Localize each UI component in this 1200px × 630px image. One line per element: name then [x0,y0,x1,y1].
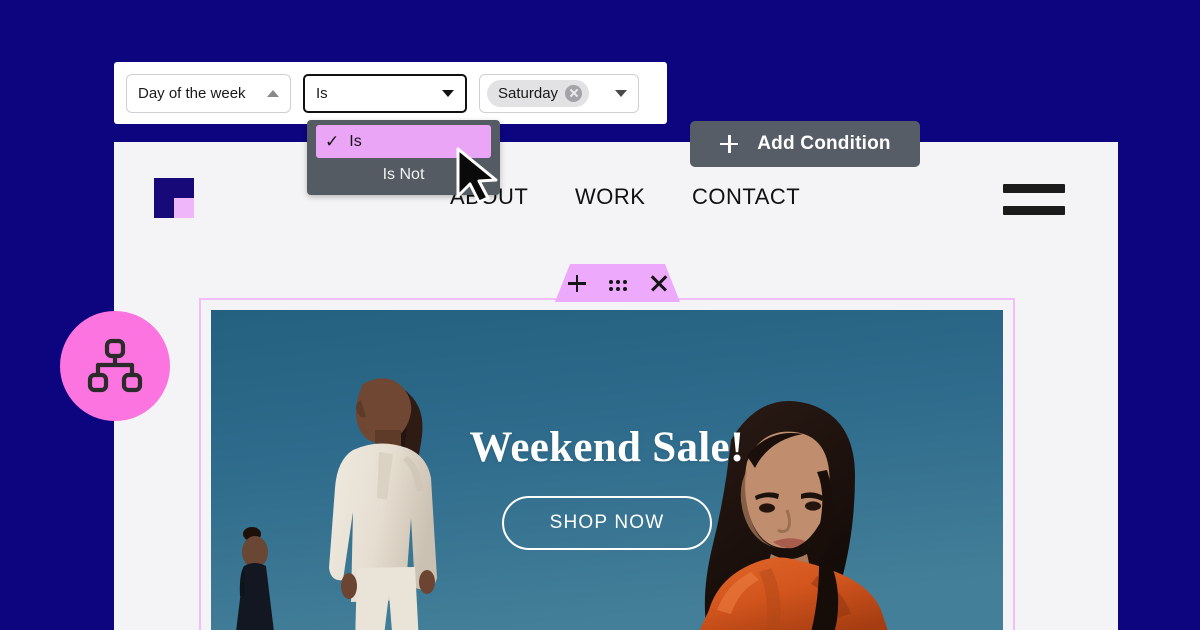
brand-square-logo[interactable] [154,178,194,218]
field-select-value: Day of the week [138,84,246,102]
condition-filter-bar: Day of the week Is Saturday [114,62,667,124]
field-select[interactable]: Day of the week [126,73,291,113]
block-toolbar [555,264,680,302]
hero-image-block[interactable]: Weekend Sale! SHOP NOW [211,310,1003,630]
hamburger-bar [1003,206,1065,215]
value-select[interactable]: Saturday [479,73,639,113]
site-navigation-bar: ABOUT WORK CONTACT [114,142,1118,258]
value-chip-label: Saturday [498,84,559,102]
sitemap-hierarchy-icon [87,338,143,393]
close-circle-icon[interactable] [565,84,583,102]
nav-link-contact[interactable]: CONTACT [692,184,802,210]
nav-link-work[interactable]: WORK [575,184,692,210]
dropdown-option-is[interactable]: ✓ Is [316,125,491,158]
value-chip: Saturday [487,79,590,107]
dropdown-option-is-label: Is [349,132,362,150]
operator-select[interactable]: Is [303,73,467,113]
operator-dropdown-menu: ✓ Is Is Not [307,120,500,195]
plus-icon [719,134,739,154]
operator-select-value: Is [316,84,328,102]
dropdown-option-is-not-label: Is Not [382,165,425,183]
hamburger-bar [1003,184,1065,193]
hero-title: Weekend Sale! [469,424,745,471]
logo-accent-square [174,198,194,218]
caret-down-icon [442,89,454,97]
hamburger-menu-icon[interactable] [1003,184,1065,216]
sitemap-badge[interactable] [60,311,170,421]
shop-now-button[interactable]: SHOP NOW [501,496,713,550]
nav-links: ABOUT WORK CONTACT [450,184,802,210]
site-preview-panel: ABOUT WORK CONTACT Weekend Sale! SHOP NO… [114,142,1118,630]
drag-dots-icon[interactable] [608,279,627,291]
hero-overlay: Weekend Sale! SHOP NOW [211,310,1003,630]
add-condition-button[interactable]: Add Condition [690,121,920,167]
checkmark-icon: ✓ [325,132,340,151]
dropdown-option-is-not[interactable]: Is Not [307,158,500,191]
close-x-icon[interactable] [649,273,669,293]
add-condition-label: Add Condition [757,133,891,154]
plus-icon[interactable] [567,273,587,293]
caret-up-icon [267,89,279,97]
caret-down-icon [615,89,627,97]
